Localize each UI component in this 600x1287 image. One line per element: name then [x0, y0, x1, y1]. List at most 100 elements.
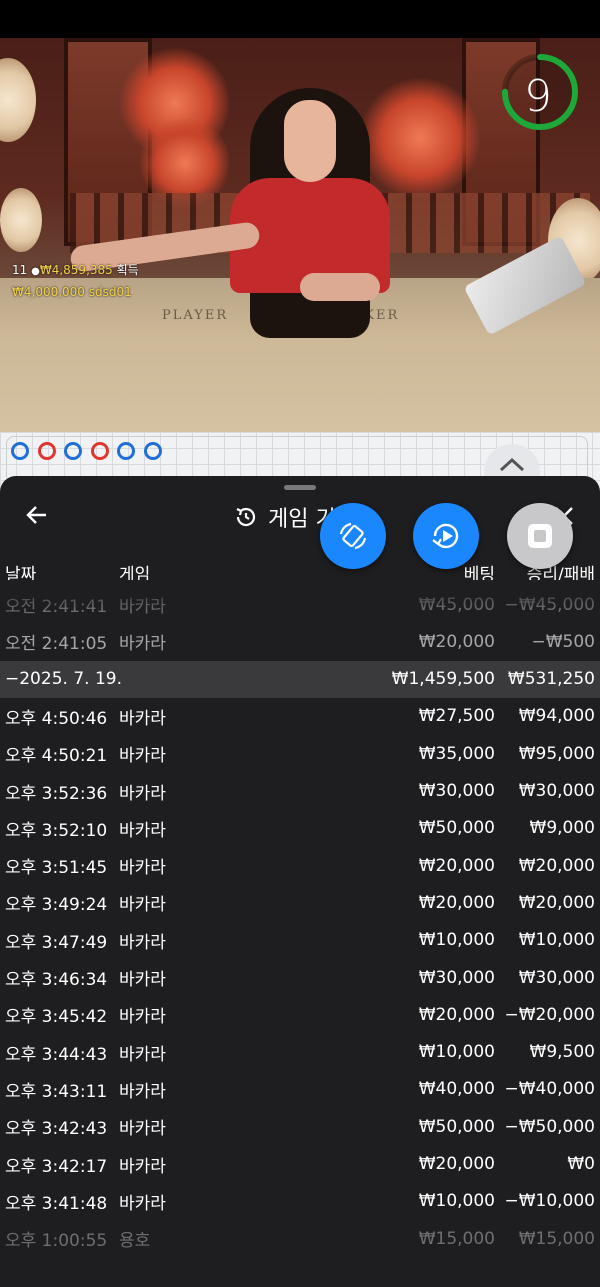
row-winloss: ₩20,000	[518, 855, 595, 876]
row-bet: ₩20,000	[418, 892, 495, 913]
row-time: 오후 3:52:36	[5, 783, 108, 804]
row-game: 바카라	[119, 932, 166, 953]
replay-button[interactable]	[413, 503, 479, 569]
row-bet: ₩27,500	[418, 706, 495, 727]
row-bet: ₩35,000	[418, 743, 495, 764]
row-bet: ₩20,000	[418, 1154, 495, 1174]
row-game: 바카라	[119, 970, 166, 990]
row-bet: ₩10,000	[418, 1042, 495, 1063]
row-game: 바카라	[119, 634, 166, 655]
row-time: 오후 3:42:43	[5, 1119, 108, 1140]
bead-blue	[143, 442, 162, 460]
history-row[interactable]: 오후 3:45:42 바카라 ₩20,000 −₩20,000	[0, 996, 600, 1033]
history-row[interactable]: 오후 3:52:10 바카라 ₩50,000 ₩9,000	[0, 810, 600, 847]
rotate-screen-button[interactable]	[320, 503, 386, 569]
group-win-total: ₩531,250	[507, 669, 595, 690]
status-bar	[0, 0, 600, 38]
date-group-row[interactable]: −2025. 7. 19. ₩1,459,500 ₩531,250	[0, 660, 600, 698]
replay-icon	[432, 523, 459, 549]
row-game: 용호	[119, 1231, 151, 1252]
row-game: 바카라	[119, 783, 166, 804]
bead-blue	[64, 442, 82, 460]
game-history-panel: 게임 기 날짜 게임 베팅 승리/패배 오전 2:41:41바카라₩45,000…	[0, 476, 600, 1287]
row-winloss: −₩500	[531, 631, 595, 652]
history-row[interactable]: 오후 3:49:24 바카라 ₩20,000 ₩20,000	[0, 884, 600, 921]
row-winloss: −₩50,000	[504, 1116, 595, 1137]
lantern-left	[0, 58, 36, 142]
row-time: 오후 3:51:45	[5, 858, 108, 879]
history-row[interactable]: 오후 4:50:46 바카라 ₩27,500 ₩94,000	[0, 698, 600, 735]
row-game: 바카라	[119, 1081, 166, 1102]
row-time: 오후 3:45:42	[5, 1007, 108, 1028]
row-winloss: ₩95,000	[518, 743, 595, 764]
list-fade	[0, 580, 600, 610]
bet-feed-amount: ₩4,000,000	[12, 285, 85, 299]
stop-icon	[528, 524, 552, 548]
row-game: 바카라	[119, 746, 166, 767]
row-time: 오후 4:50:46	[5, 708, 108, 729]
row-time: 오후 3:52:10	[5, 820, 108, 841]
row-time: 오전 2:41:05	[5, 634, 108, 655]
history-row[interactable]: 오후 3:42:43 바카라 ₩50,000 −₩50,000	[0, 1108, 600, 1145]
history-row[interactable]: 오후 3:42:17 바카라 ₩20,000 ₩0	[0, 1146, 600, 1183]
history-row[interactable]: 오후 3:51:45 바카라 ₩20,000 ₩20,000	[0, 847, 600, 884]
countdown-number: 9	[524, 71, 552, 122]
history-row[interactable]: 오전 2:41:05 바카라 ₩20,000 −₩500	[0, 623, 600, 660]
row-time: 오후 3:42:17	[5, 1156, 108, 1177]
row-winloss: ₩30,000	[518, 967, 595, 988]
row-bet: ₩50,000	[418, 1116, 495, 1137]
row-winloss: ₩9,000	[529, 818, 595, 839]
row-time: 오후 4:50:21	[5, 746, 108, 767]
blossom-decoration	[360, 78, 480, 198]
history-row[interactable]: 오후 3:44:43 바카라 ₩10,000 ₩9,500	[0, 1034, 600, 1071]
bead-red	[90, 442, 109, 460]
row-time: 오후 3:49:24	[5, 895, 108, 916]
winner-amount: ₩4,859,385	[39, 263, 113, 277]
row-winloss: ₩20,000	[518, 892, 595, 913]
winner-count: 11	[12, 263, 28, 277]
row-winloss: ₩0	[567, 1154, 595, 1174]
history-row[interactable]: 오후 4:50:21 바카라 ₩35,000 ₩95,000	[0, 735, 600, 772]
row-game: 바카라	[119, 708, 166, 729]
history-row[interactable]: 오후 3:43:11 바카라 ₩40,000 −₩40,000	[0, 1071, 600, 1108]
bead-red	[37, 442, 56, 460]
row-game: 바카라	[119, 1193, 166, 1214]
user-icon: ●	[31, 266, 40, 277]
row-winloss: −₩20,000	[504, 1004, 595, 1025]
row-bet: ₩40,000	[418, 1079, 495, 1100]
arrow-left-icon[interactable]	[24, 502, 50, 528]
row-bet: ₩10,000	[418, 1191, 495, 1212]
history-row[interactable]: 오후 1:00:55 용호 ₩15,000 ₩15,000	[0, 1220, 600, 1257]
winner-feed: 11 ●₩4,859,385 획득	[12, 261, 139, 278]
row-game: 바카라	[119, 1156, 166, 1177]
bet-feed-user: sdsd01	[88, 285, 132, 299]
row-game: 바카라	[119, 1007, 166, 1028]
row-bet: ₩20,000	[418, 1004, 495, 1025]
row-time: 오후 3:44:43	[5, 1044, 108, 1065]
row-game: 바카라	[119, 820, 166, 841]
row-game: 바카라	[119, 858, 166, 879]
row-time: 오후 3:41:48	[5, 1193, 108, 1214]
row-bet: ₩50,000	[418, 818, 495, 839]
stop-button[interactable]	[507, 503, 573, 569]
row-time: 오후 3:47:49	[5, 932, 108, 953]
history-row[interactable]: 오후 3:52:36 바카라 ₩30,000 ₩30,000	[0, 773, 600, 810]
row-bet: ₩20,000	[418, 855, 495, 876]
row-winloss: −₩40,000	[504, 1079, 595, 1100]
history-row[interactable]: 오후 3:41:48 바카라 ₩10,000 −₩10,000	[0, 1183, 600, 1220]
history-row[interactable]: 오후 3:47:49 바카라 ₩10,000 ₩10,000	[0, 922, 600, 959]
drag-handle[interactable]	[284, 485, 316, 490]
row-bet: ₩15,000	[418, 1228, 495, 1249]
table-player-label: PLAYER	[162, 308, 229, 323]
bet-feed: ₩4,000,000 sdsd01	[12, 285, 132, 299]
history-row[interactable]: 오후 3:46:34 바카라 ₩30,000 ₩30,000	[0, 959, 600, 996]
row-game: 바카라	[119, 895, 166, 916]
dealer-face	[284, 100, 336, 182]
row-game: 바카라	[119, 1044, 166, 1065]
row-winloss: ₩10,000	[518, 930, 595, 951]
row-winloss: ₩30,000	[518, 781, 595, 801]
row-time: 오후 3:43:11	[5, 1081, 108, 1102]
row-bet: ₩30,000	[418, 781, 495, 801]
row-bet: ₩30,000	[418, 967, 495, 988]
bead-blue	[11, 442, 29, 460]
